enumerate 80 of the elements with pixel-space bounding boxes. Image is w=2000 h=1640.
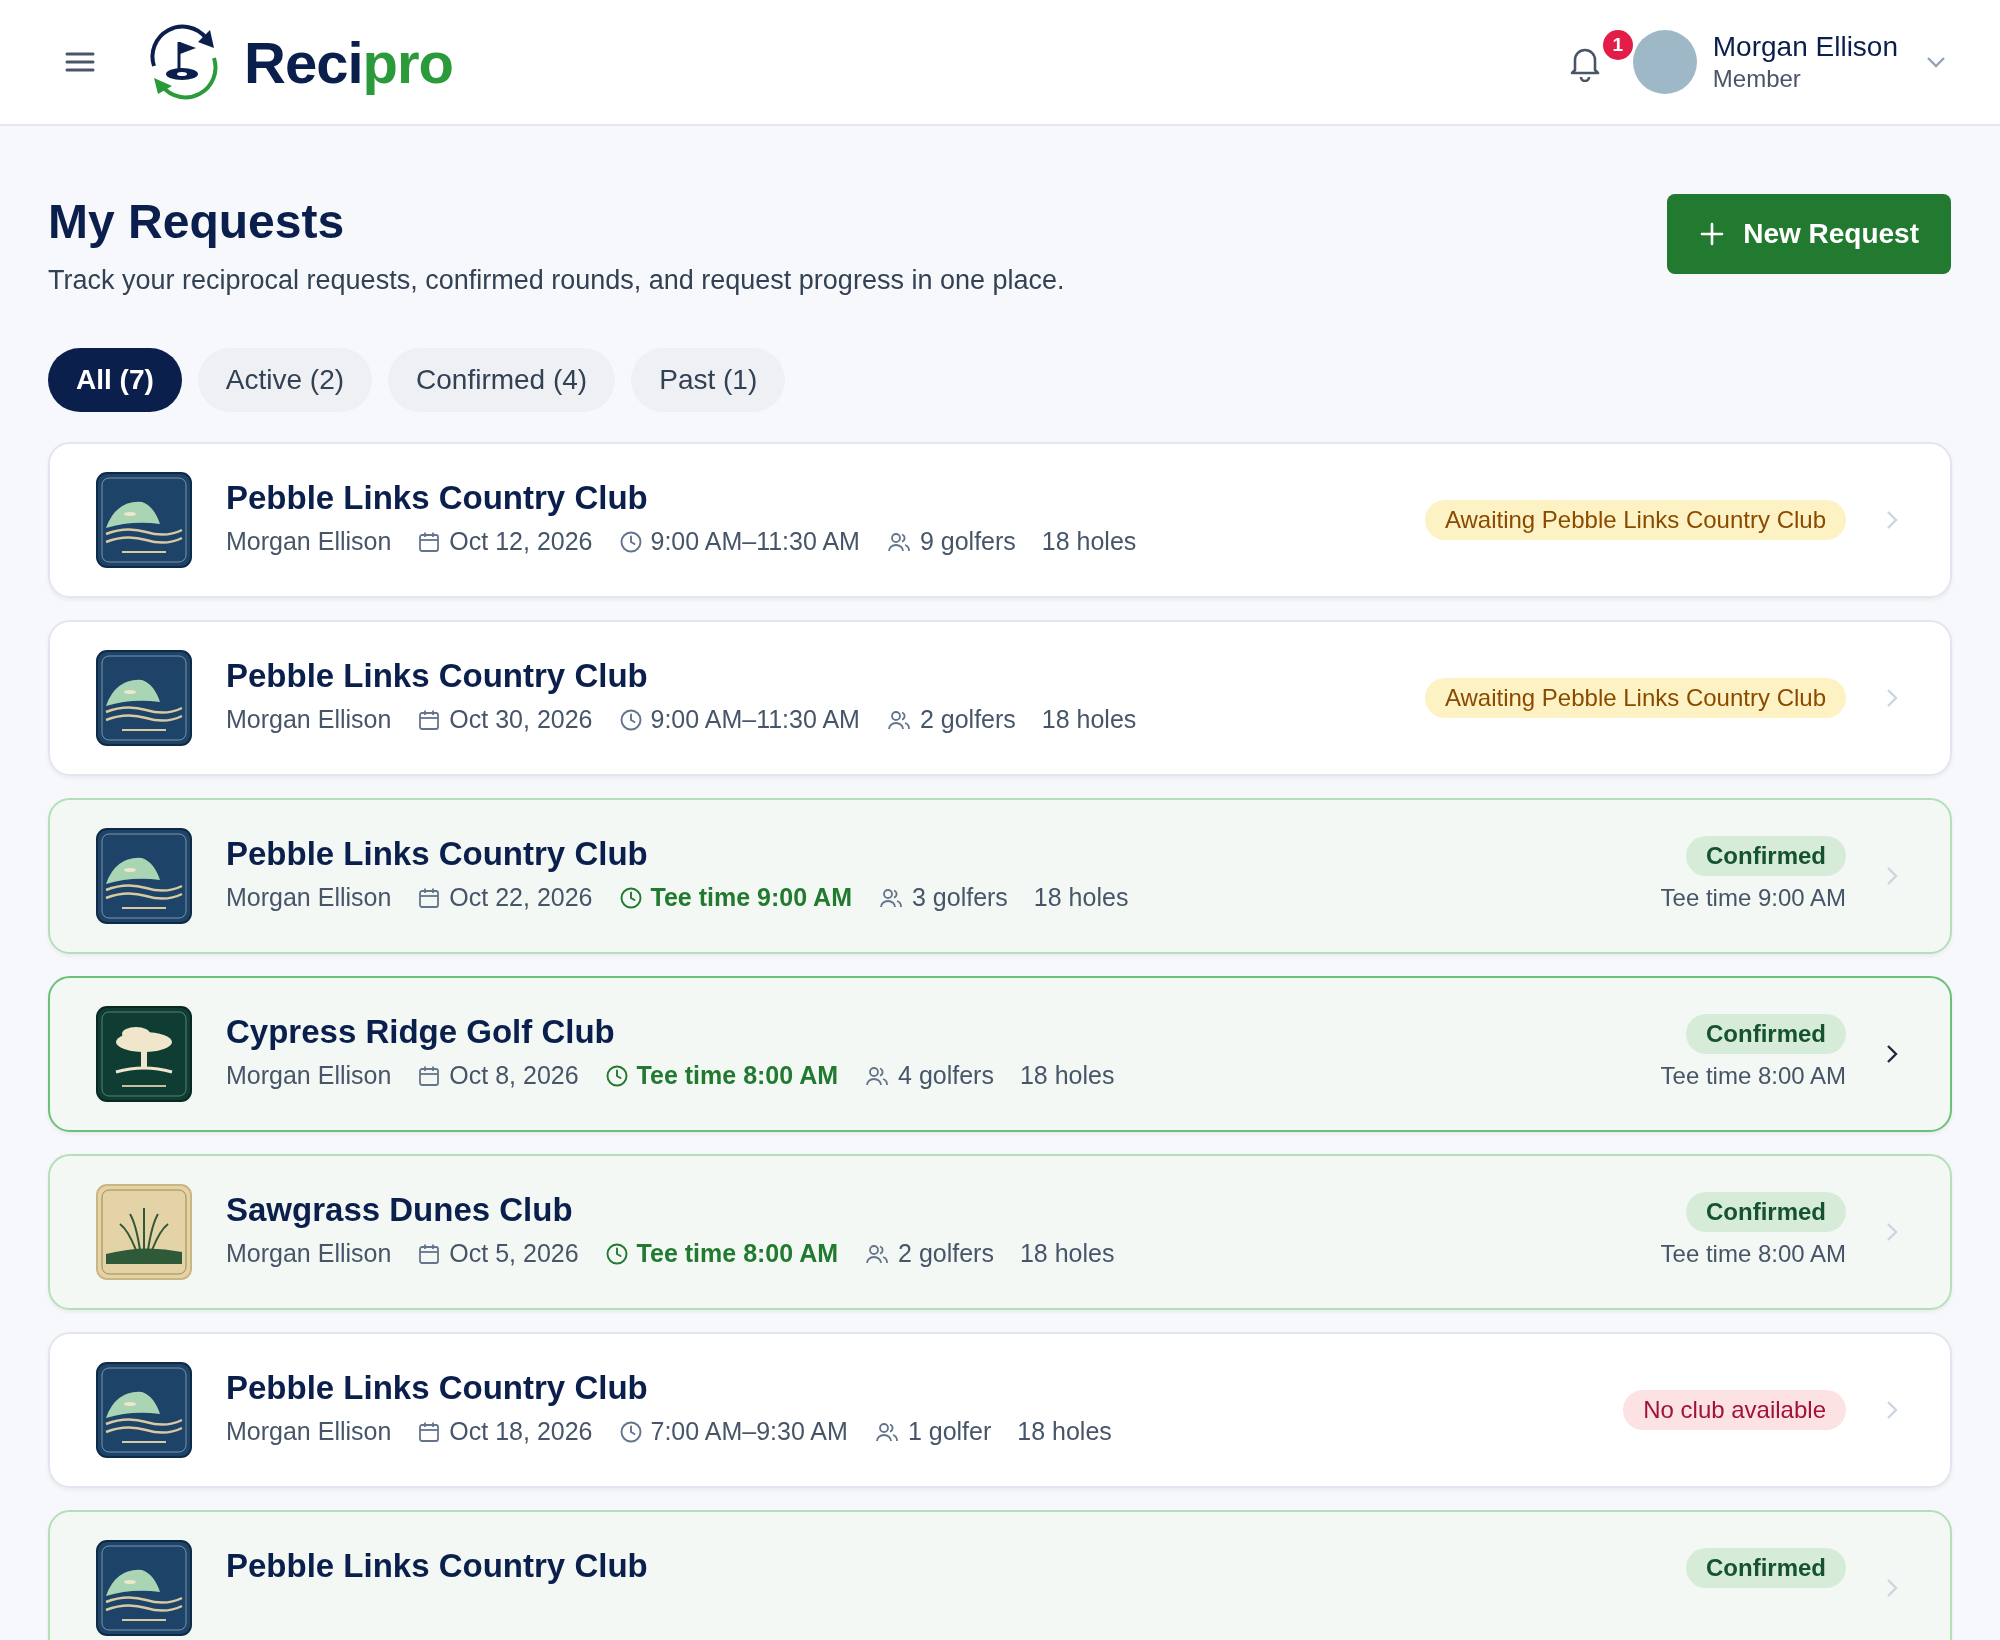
user-name: Morgan Ellison [1712, 31, 1898, 63]
clock-icon [604, 1063, 629, 1088]
request-date: Oct 18, 2026 [449, 1417, 593, 1446]
member-name: Morgan Ellison [226, 1061, 392, 1090]
member-name: Morgan Ellison [226, 705, 392, 734]
member-name: Morgan Ellison [226, 1239, 392, 1268]
club-name: Pebble Links Country Club [226, 1547, 649, 1585]
club-name: Pebble Links Country Club [226, 1369, 649, 1407]
status-badge: Awaiting Pebble Links Country Club [1424, 500, 1846, 540]
request-card[interactable]: Pebble Links Country Club Morgan Ellison Oct 30, 2026 9:00 AM–11:30 AM 2 golfers 18 holes Awaiting Pebble Links Country Club [48, 620, 1952, 776]
club-logo-icon [96, 472, 192, 568]
club-name: Cypress Ridge Golf Club [226, 1013, 616, 1051]
request-time: Tee time 8:00 AM [636, 1239, 839, 1268]
club-logo-icon [96, 1006, 192, 1102]
club-logo-icon [96, 828, 192, 924]
status-badge: Confirmed [1686, 1192, 1846, 1232]
notification-badge: 1 [1602, 30, 1633, 60]
request-date: Oct 30, 2026 [449, 705, 593, 734]
club-name: Sawgrass Dunes Club [226, 1191, 574, 1229]
caret-icon[interactable] [1924, 54, 1948, 70]
hole-count: 18 holes [1017, 1417, 1112, 1446]
hole-count: 18 holes [1019, 1061, 1115, 1090]
status-badge: Confirmed [1686, 836, 1846, 876]
request-date: Oct 5, 2026 [449, 1239, 579, 1268]
clock-icon [618, 707, 643, 732]
status-badge: Confirmed [1686, 1014, 1846, 1054]
filter-tab[interactable]: Confirmed (4) [388, 348, 616, 412]
request-time: Tee time 8:00 AM [636, 1061, 839, 1090]
member-name: Morgan Ellison [226, 883, 392, 912]
clock-icon [604, 1241, 629, 1266]
new-request-button[interactable]: New Request [1667, 194, 1951, 274]
clock-icon [618, 1419, 643, 1444]
request-time: 7:00 AM–9:30 AM [650, 1417, 848, 1446]
hole-count: 18 holes [1041, 705, 1137, 734]
brand-name: Recipro [244, 28, 453, 96]
tee-time-note: Tee time 8:00 AM [1660, 1062, 1846, 1090]
request-time: 9:00 AM–11:30 AM [650, 527, 860, 556]
request-date: Oct 12, 2026 [449, 527, 593, 556]
golfer-count: 2 golfers [898, 1239, 994, 1268]
golfer-count: 3 golfers [911, 883, 1008, 912]
request-card[interactable]: Pebble Links Country Club Morgan Ellison Oct 12, 2026 9:00 AM–11:30 AM 9 golfers 18 holes Awaiting Pebble Links Country Club [48, 442, 1952, 598]
member-name: Morgan Ellison [226, 1417, 392, 1446]
request-date: Oct 8, 2026 [449, 1061, 579, 1090]
request-card[interactable]: Pebble Links Country Club Morgan Ellison Oct 18, 2026 7:00 AM–9:30 AM 1 golfer 18 holes No club available [48, 1332, 1952, 1488]
clock-icon [618, 885, 643, 910]
filter-tab[interactable]: All (7) [48, 348, 182, 412]
status-badge: No club available [1623, 1390, 1846, 1430]
club-name: Pebble Links Country Club [226, 479, 649, 517]
request-time: Tee time 9:00 AM [650, 883, 852, 912]
page-title: My Requests [48, 194, 346, 249]
status-badge: Awaiting Pebble Links Country Club [1424, 678, 1846, 718]
tee-time-note: Tee time 8:00 AM [1660, 1240, 1846, 1268]
request-date: Oct 22, 2026 [449, 883, 593, 912]
golfer-count: 1 golfer [907, 1417, 992, 1446]
request-card[interactable]: Cypress Ridge Golf Club Morgan Ellison Oct 8, 2026 Tee time 8:00 AM 4 golfers 18 holes Confirmed Tee time 8:00 AM [48, 976, 1952, 1132]
status-badge: Confirmed [1686, 1548, 1846, 1588]
filter-tab[interactable]: Active (2) [197, 348, 373, 412]
request-time: 9:00 AM–11:30 AM [650, 705, 860, 734]
club-logo-icon [96, 1184, 192, 1280]
page-subtitle: Track your reciprocal requests, confirmed rounds, and request progress in one place. [48, 265, 1065, 296]
request-card[interactable]: Pebble Links Country Club Morgan Ellison Oct 22, 2026 Tee time 9:00 AM 3 golfers 18 holes Confirmed Tee time 9:00 AM [48, 798, 1952, 954]
club-name: Pebble Links Country Club [226, 657, 649, 695]
golfer-count: 2 golfers [919, 705, 1016, 734]
hole-count: 18 holes [1041, 527, 1137, 556]
golfer-count: 9 golfers [919, 527, 1016, 556]
clock-icon [618, 529, 643, 554]
club-logo-icon [96, 1362, 192, 1458]
club-logo-icon [96, 1540, 192, 1636]
filter-tab[interactable]: Past (1) [631, 348, 786, 412]
golfer-count: 4 golfers [898, 1061, 994, 1090]
request-card[interactable]: Sawgrass Dunes Club Morgan Ellison Oct 5, 2026 Tee time 8:00 AM 2 golfers 18 holes Confirmed Tee time 8:00 AM [48, 1154, 1952, 1310]
member-name: Morgan Ellison [226, 527, 392, 556]
request-card[interactable]: Pebble Links Country Club Confirmed [48, 1510, 1952, 1640]
tee-time-note: Tee time 9:00 AM [1660, 884, 1846, 912]
club-logo-icon [96, 650, 192, 746]
hole-count: 18 holes [1033, 883, 1129, 912]
club-name: Pebble Links Country Club [226, 835, 649, 873]
plus-icon [1699, 221, 1726, 247]
hole-count: 18 holes [1019, 1239, 1115, 1268]
user-role: Member [1712, 65, 1802, 93]
